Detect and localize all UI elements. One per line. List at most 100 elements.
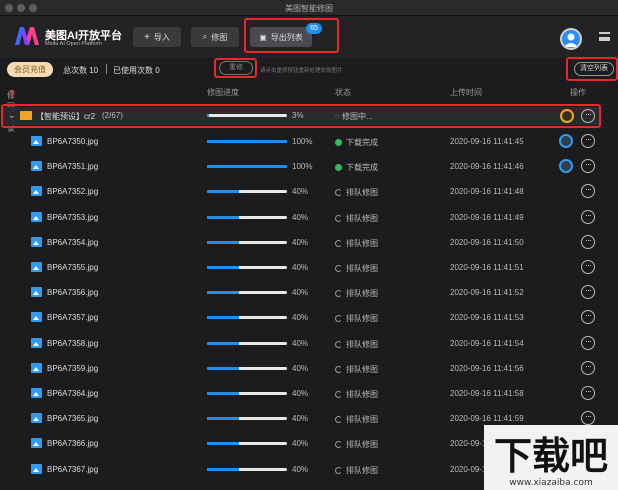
table-row[interactable]: BP6A7364.jpg 40% 排队修图 2020-09-16 11:41:58: [0, 381, 618, 406]
more-options-icon[interactable]: [581, 310, 595, 325]
more-options-icon[interactable]: [581, 335, 595, 350]
help-icon[interactable]: ❓: [7, 90, 17, 99]
progress-pct: 40%: [292, 414, 309, 424]
table-row[interactable]: BP6A7354.jpg 40% 排队修图 2020-09-16 11:41:50: [0, 230, 618, 255]
total-count: 总次数 10: [63, 66, 99, 75]
image-file-icon: [31, 388, 42, 398]
progress-bar: [207, 165, 287, 169]
spinner-icon: [335, 315, 342, 323]
progress-pct: 40%: [292, 263, 309, 272]
row-status: 下载完成: [335, 162, 378, 173]
file-name: BP6A7357.jpg: [47, 313, 99, 323]
progress-pct: 40%: [292, 363, 309, 373]
spinner-icon: [335, 239, 342, 247]
file-name: BP6A7366.jpg: [47, 439, 99, 449]
image-file-icon: [31, 161, 42, 172]
highlight-group: [1, 104, 601, 128]
file-name: BP6A7359.jpg: [47, 363, 99, 373]
progress-pct: 40%: [292, 212, 309, 222]
image-file-icon: [31, 287, 42, 298]
spinner-icon: [335, 265, 342, 272]
image-file-icon: [31, 262, 42, 272]
progress-pct: 40%: [292, 439, 309, 449]
xiazaiba-watermark-logo: 下载吧 www.xiazaiba.com: [484, 425, 618, 490]
file-name: BP6A7354.jpg: [47, 237, 99, 247]
file-name: BP6A7364.jpg: [47, 389, 99, 398]
check-circle-icon: [335, 139, 342, 146]
row-status: 排队修图: [335, 313, 378, 324]
col-time: 上传时间: [450, 88, 482, 97]
file-name: BP6A7356.jpg: [47, 288, 99, 298]
wand-icon: ⌕: [202, 32, 208, 41]
table-row[interactable]: BP6A7357.jpg 40% 排队修图 2020-09-16 11:41:53: [0, 305, 618, 330]
image-file-icon: [31, 362, 42, 373]
spinner-icon: [335, 189, 342, 197]
more-options-icon[interactable]: [581, 184, 595, 199]
divider: [106, 64, 107, 74]
hamburger-menu-icon[interactable]: [599, 32, 610, 41]
table-row[interactable]: BP6A7355.jpg 40% 排队修图 2020-09-16 11:41:51: [0, 255, 618, 280]
title-bar: 美图智能修图: [0, 0, 618, 16]
more-options-icon[interactable]: [581, 411, 595, 426]
more-options-icon[interactable]: [581, 285, 595, 300]
table-row[interactable]: BP6A7351.jpg 100% 下载完成 2020-09-16 11:41:46: [0, 154, 618, 179]
table-row[interactable]: BP6A7352.jpg 40% 排队修图 2020-09-16 11:41:48: [0, 179, 618, 204]
highlight-export: [244, 18, 339, 53]
progress-bar: [207, 266, 287, 269]
spinner-icon: [335, 290, 342, 298]
progress-bar: [207, 215, 287, 219]
progress-pct: 40%: [292, 338, 309, 348]
row-status: 排队修图: [335, 439, 378, 450]
more-options-icon[interactable]: [581, 360, 595, 375]
progress-pct: 40%: [292, 464, 309, 474]
progress-bar: [207, 442, 287, 446]
highlight-clear: [566, 57, 618, 81]
image-file-icon: [31, 413, 42, 424]
more-options-icon[interactable]: [581, 260, 595, 274]
more-options-icon[interactable]: [581, 234, 595, 249]
file-name: BP6A7352.jpg: [47, 187, 99, 197]
progress-pct: 100%: [292, 162, 313, 172]
spinner-icon: [335, 391, 342, 398]
upload-time: 2020-09-16 11:41:54: [450, 338, 524, 348]
image-file-icon: [31, 211, 42, 222]
upload-time: 2020-09-16 11:41:51: [450, 263, 524, 272]
upload-time: 2020-09-16 11:41:58: [450, 389, 524, 398]
more-options-icon[interactable]: [581, 159, 595, 174]
spinner-icon: [335, 416, 342, 424]
spinner-icon: [335, 441, 342, 449]
row-status: 排队修图: [335, 389, 378, 400]
more-options-icon[interactable]: [581, 209, 595, 224]
import-button[interactable]: + 导入: [133, 27, 181, 47]
upload-time: 2020-09-16 11:41:52: [450, 288, 524, 298]
table-row[interactable]: BP6A7350.jpg 100% 下载完成 2020-09-16 11:41:45: [0, 129, 618, 154]
table-row[interactable]: BP6A7359.jpg 40% 排队修图 2020-09-16 11:41:56: [0, 356, 618, 381]
upload-time: 2020-09-16 11:41:56: [450, 363, 524, 373]
progress-pct: 100%: [292, 137, 313, 146]
progress-bar: [207, 140, 287, 143]
spinner-icon: [335, 466, 342, 474]
open-image-icon[interactable]: [559, 134, 573, 148]
svg-text:www.xiazaiba.com: www.xiazaiba.com: [509, 478, 593, 488]
retouch-button[interactable]: ⌕ 修图: [191, 27, 239, 47]
upload-time: 2020-09-16 11:41:46: [450, 162, 524, 172]
more-options-icon[interactable]: [581, 134, 595, 148]
more-options-icon[interactable]: [581, 386, 595, 400]
progress-bar: [207, 417, 287, 421]
row-status: 排队修图: [335, 414, 378, 425]
retry-hint: 请点击重修按钮重新处理失败图片: [260, 68, 343, 74]
table-row[interactable]: BP6A7353.jpg 40% 排队修图 2020-09-16 11:41:49: [0, 205, 618, 230]
user-avatar[interactable]: [560, 28, 582, 50]
file-name: BP6A7367.jpg: [47, 464, 99, 474]
vip-recharge-button[interactable]: 会员充值: [7, 62, 53, 77]
table-row[interactable]: BP6A7356.jpg 40% 排队修图 2020-09-16 11:41:52: [0, 280, 618, 305]
table-row[interactable]: BP6A7358.jpg 40% 排队修图 2020-09-16 11:41:54: [0, 331, 618, 356]
file-name: BP6A7350.jpg: [47, 137, 99, 146]
window-title: 美图智能修图: [285, 4, 333, 13]
open-image-icon[interactable]: [559, 159, 573, 174]
row-status: 排队修图: [335, 213, 378, 224]
progress-pct: 40%: [292, 237, 309, 247]
image-file-icon: [31, 236, 42, 247]
col-status: 状态: [335, 88, 351, 97]
retouch-label: 修图: [211, 32, 228, 42]
